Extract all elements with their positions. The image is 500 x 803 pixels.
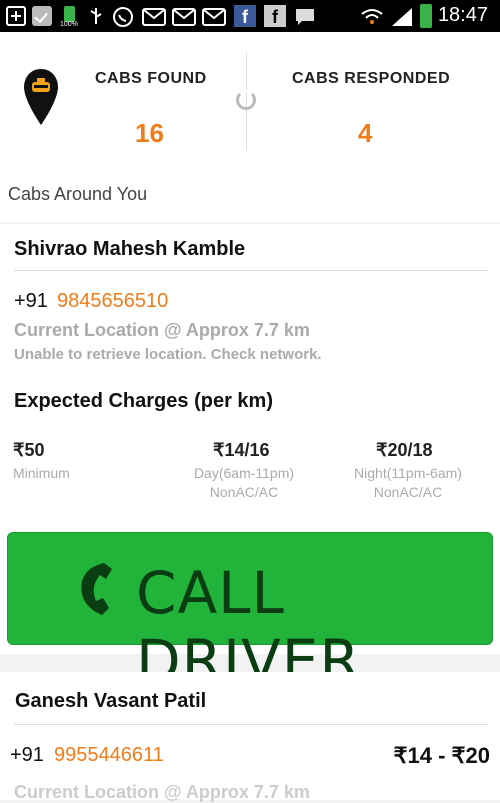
fare-day: ₹14/16 <box>213 440 270 460</box>
fare-night-note: Night(11pm-6am) <box>354 465 462 481</box>
driver-card: Ganesh Vasant Patil +91 9955446611 ₹14 -… <box>0 672 500 802</box>
driver-location: Current Location @ Approx 7.7 km <box>14 320 310 340</box>
facebook-icon: f <box>234 5 256 27</box>
charges-title: Expected Charges (per km) <box>14 390 273 412</box>
mail-icon <box>172 8 196 26</box>
fare-night: ₹20/18 <box>376 440 433 460</box>
fare-range: ₹14 - ₹20 <box>393 743 491 768</box>
phone-icon <box>76 561 116 622</box>
clock: 18:47 <box>437 4 488 26</box>
fare-night-ac-note: NonAC/AC <box>373 484 443 500</box>
loading-spinner-icon <box>236 90 256 110</box>
taxi-location-pin-icon <box>22 67 60 134</box>
location-status: Unable to retrieve location. Check netwo… <box>14 346 322 363</box>
phone-country-code: +91 <box>10 744 44 766</box>
check-icon <box>32 6 52 26</box>
battery-icon <box>420 4 432 28</box>
signal-icon <box>390 6 414 26</box>
plus-icon <box>6 6 26 26</box>
battery-percent: 100% <box>60 21 78 28</box>
wifi-icon <box>360 6 384 26</box>
facebook-icon: f <box>264 5 286 27</box>
fare-day-ac-note: NonAC/AC <box>209 484 279 500</box>
cabs-found-count: 16 <box>135 118 164 148</box>
cab-summary: CABS FOUND 16 CABS RESPONDED 4 <box>0 32 500 171</box>
driver-phone-link[interactable]: 9845656510 <box>57 290 168 313</box>
section-title: Cabs Around You <box>8 184 148 204</box>
message-icon <box>294 6 314 26</box>
whatsapp-icon <box>112 6 133 27</box>
fare-minimum-note: Minimum <box>13 465 70 481</box>
battery-icon: 100% <box>60 6 80 28</box>
call-driver-button[interactable]: CALL DRIVER <box>7 532 493 695</box>
fare-minimum: ₹50 <box>13 440 45 460</box>
driver-name: Ganesh Vasant Patil <box>15 690 207 712</box>
usb-icon <box>86 6 106 26</box>
cabs-found-label: CABS FOUND <box>95 70 207 87</box>
fare-day-note: Day(6am-11pm) <box>193 465 295 481</box>
phone-country-code: +91 <box>14 290 48 312</box>
gmail-icon <box>202 8 226 26</box>
status-bar: 100% f f 18:47 <box>0 0 500 32</box>
driver-name: Shivrao Mahesh Kamble <box>14 238 246 260</box>
divider <box>14 724 488 725</box>
mail-icon <box>142 8 166 26</box>
driver-phone-link[interactable]: 9955446611 <box>54 744 164 767</box>
cabs-responded-label: CABS RESPONDED <box>292 70 451 87</box>
cabs-responded-count: 4 <box>358 118 373 148</box>
divider <box>14 270 488 271</box>
